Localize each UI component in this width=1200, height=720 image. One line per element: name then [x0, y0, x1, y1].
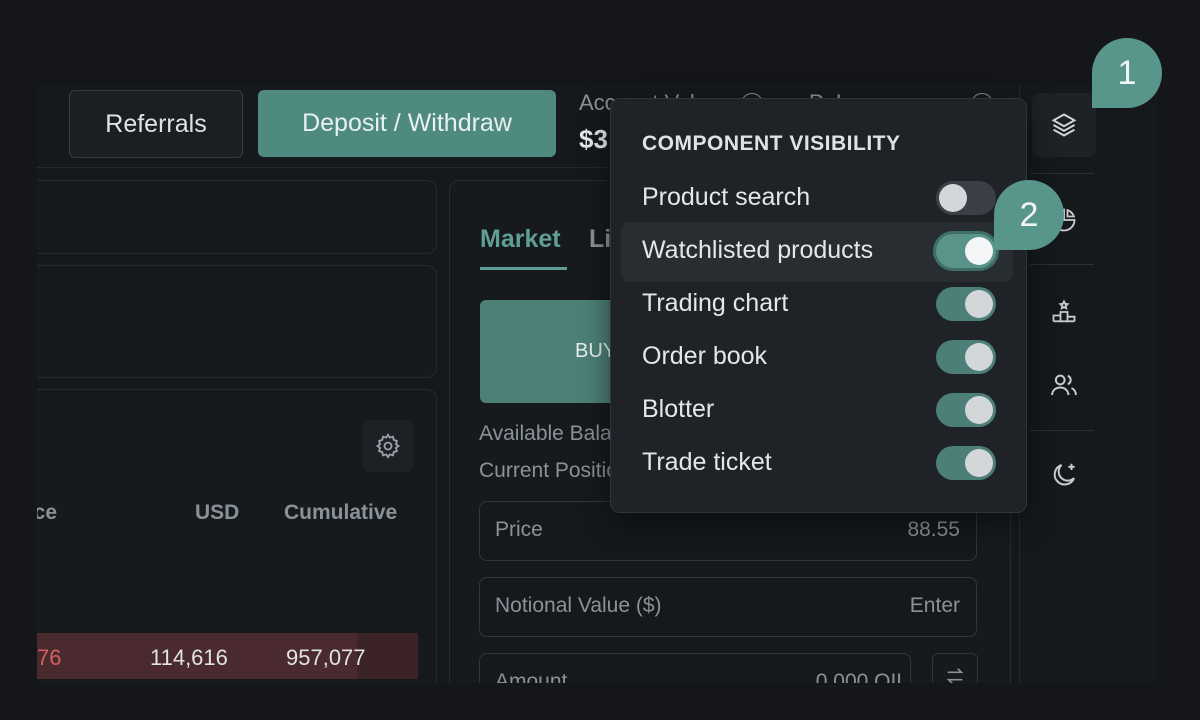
product-search-panel: [37, 180, 437, 254]
visibility-row-trading-chart[interactable]: Trading chart: [621, 275, 1013, 335]
toggle-knob: [965, 449, 993, 477]
component-visibility-button[interactable]: [1032, 93, 1096, 157]
visibility-row-trade-ticket[interactable]: Trade ticket: [621, 434, 1013, 494]
visibility-label: Product search: [642, 183, 811, 211]
amount-field-label: Amount: [495, 670, 568, 683]
component-visibility-popover: COMPONENT VISIBILITY Product search Watc…: [610, 98, 1027, 513]
notional-field-value: Enter: [909, 594, 960, 617]
row-cumulative: 957,077: [286, 645, 366, 670]
theme-toggle-button[interactable]: [1032, 443, 1096, 507]
column-header-cumulative: Cumulative: [284, 501, 398, 524]
visibility-row-product-search[interactable]: Product search: [621, 169, 1013, 229]
sidebar-separator: [1030, 173, 1094, 174]
callout-marker-1: 1: [1092, 38, 1162, 108]
amount-field[interactable]: Amount 0.000 OIL: [479, 653, 911, 683]
toggle-knob: [939, 184, 967, 212]
orderbook-settings-button[interactable]: [362, 420, 414, 472]
visibility-label: Trade ticket: [642, 448, 772, 476]
product-search-toggle[interactable]: [936, 181, 996, 215]
visibility-label: Watchlisted products: [642, 236, 874, 264]
visibility-label: Trading chart: [642, 289, 789, 317]
account-value: $3: [579, 124, 608, 154]
podium-icon: [1052, 299, 1076, 323]
trade-ticket-toggle[interactable]: [936, 446, 996, 480]
gear-icon: [375, 433, 401, 459]
active-tab-indicator: [480, 267, 567, 270]
referrals-button[interactable]: Referrals: [69, 90, 243, 158]
row-price: 76: [37, 645, 62, 670]
notional-field-label: Notional Value ($): [495, 594, 662, 617]
column-header-price: Price: [37, 501, 57, 524]
notional-value-field[interactable]: Notional Value ($) Enter: [479, 577, 977, 637]
popover-title: COMPONENT VISIBILITY: [642, 132, 901, 155]
layers-icon: [1051, 113, 1077, 137]
toggle-knob: [965, 237, 993, 265]
order-book-toggle[interactable]: [936, 340, 996, 374]
swap-icon: [946, 668, 964, 683]
callout-marker-2: 2: [994, 180, 1064, 250]
moon-star-icon: [1053, 463, 1075, 486]
deposit-withdraw-button[interactable]: Deposit / Withdraw: [258, 90, 556, 157]
sidebar-separator: [1030, 264, 1094, 265]
blotter-toggle[interactable]: [936, 393, 996, 427]
tab-market[interactable]: Market: [480, 225, 561, 254]
watchlist-panel: [37, 265, 437, 378]
amount-field-value: 0.000 OIL: [815, 670, 908, 683]
users-icon: [1051, 374, 1077, 396]
current-position-label: Current Position: [479, 459, 630, 482]
referrals-side-button[interactable]: [1032, 353, 1096, 417]
price-field-label: Price: [495, 518, 543, 541]
swap-units-button[interactable]: [932, 653, 978, 683]
visibility-label: Blotter: [642, 395, 715, 423]
sidebar-separator: [1030, 430, 1094, 431]
trading-chart-toggle[interactable]: [936, 287, 996, 321]
price-field-value: 88.55: [907, 518, 960, 541]
visibility-row-order-book[interactable]: Order book: [621, 328, 1013, 388]
toggle-knob: [965, 290, 993, 318]
visibility-label: Order book: [642, 342, 768, 370]
leaderboard-button[interactable]: [1032, 280, 1096, 344]
toggle-knob: [965, 343, 993, 371]
visibility-row-blotter[interactable]: Blotter: [621, 381, 1013, 441]
watchlisted-products-toggle[interactable]: [936, 234, 996, 268]
column-header-usd: USD: [195, 501, 240, 524]
toggle-knob: [965, 396, 993, 424]
row-usd: 114,616: [150, 645, 228, 670]
visibility-row-watchlisted-products[interactable]: Watchlisted products: [621, 222, 1013, 282]
